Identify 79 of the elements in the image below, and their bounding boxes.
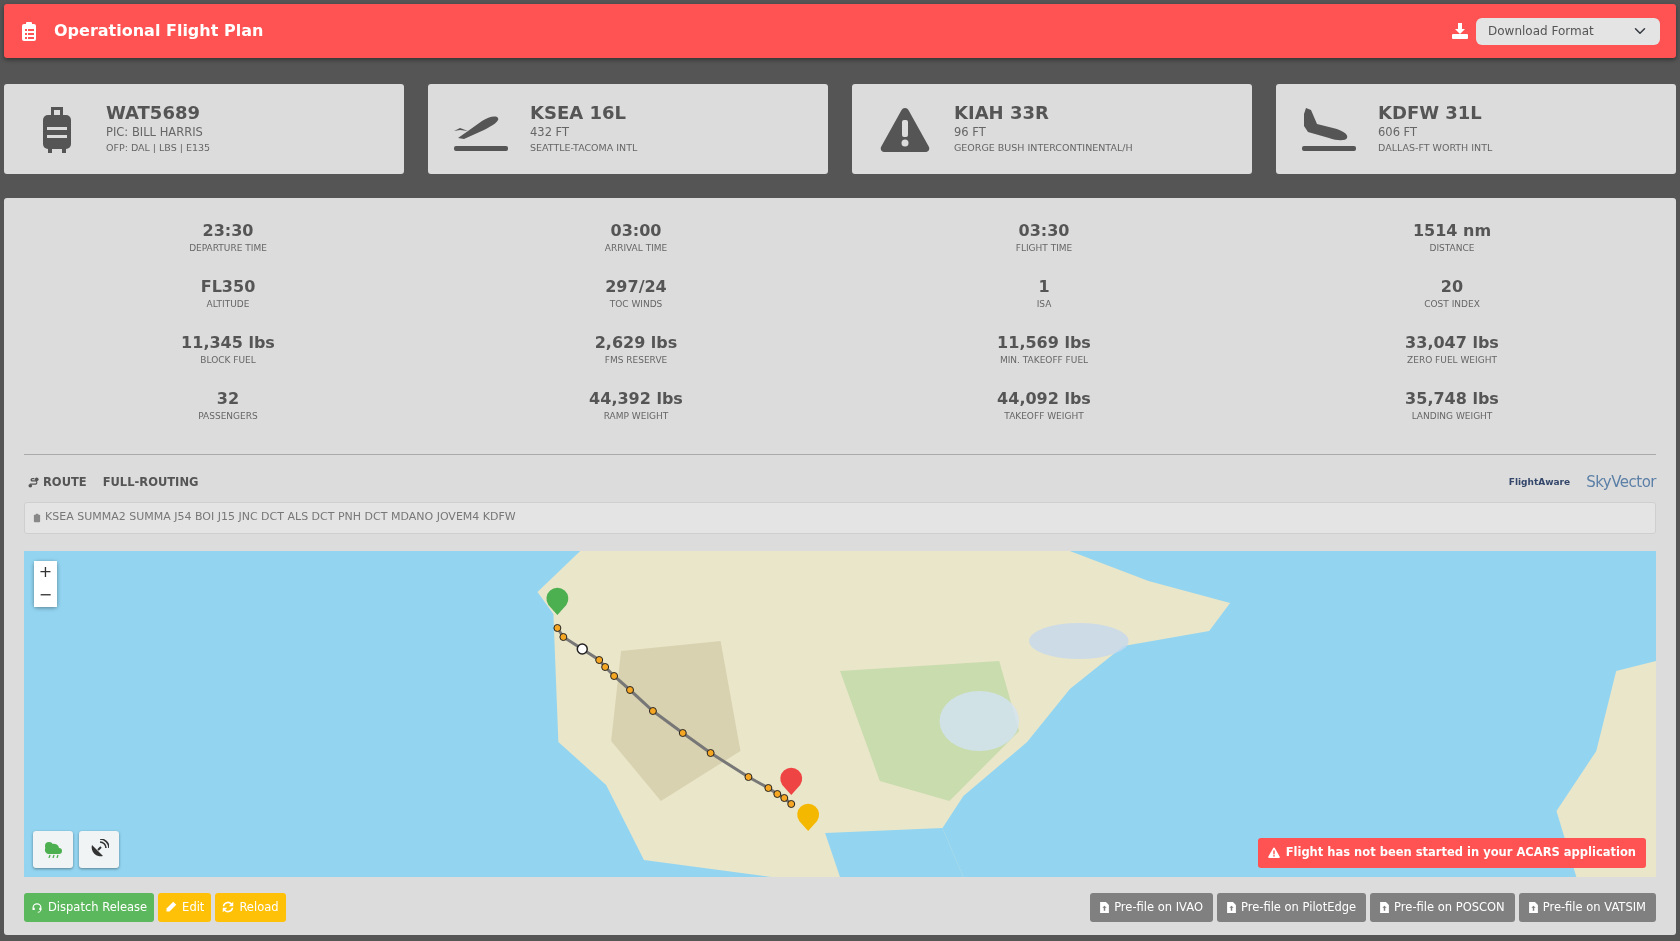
- refresh-icon: [222, 901, 235, 914]
- stat-label: ALTITUDE: [205, 298, 251, 312]
- download-format-select[interactable]: Download Format: [1476, 17, 1660, 45]
- stat-label: MIN. TAKEOFF FUEL: [998, 354, 1090, 368]
- prefile-button[interactable]: Pre-file on IVAO: [1090, 892, 1213, 922]
- warning-icon: [880, 106, 930, 152]
- zoom-button[interactable]: −: [34, 583, 57, 607]
- stat-value: 20: [1439, 277, 1465, 297]
- stat-label: RAMP WEIGHT: [602, 410, 670, 424]
- stat-label: FMS RESERVE: [603, 354, 669, 368]
- satellite-dish-icon: [89, 839, 109, 859]
- stat-value: 03:30: [1017, 221, 1071, 241]
- card-subtitle: 432 FT: [530, 124, 571, 142]
- stat-value: 03:00: [609, 221, 663, 241]
- card-detail: SEATTLE-TACOMA INTL: [530, 141, 638, 156]
- stat-label: TOC WINDS: [608, 298, 664, 312]
- stat-value: 35,748 lbs: [1404, 389, 1500, 409]
- stat-label: FLIGHT TIME: [1014, 242, 1074, 256]
- stat-value: 44,092 lbs: [996, 389, 1092, 409]
- download-icon: [1452, 23, 1468, 39]
- clipboard-icon: [20, 20, 38, 42]
- pencil-icon: [165, 901, 178, 914]
- stat-value: 44,392 lbs: [588, 389, 684, 409]
- stat-value: 23:30: [201, 221, 255, 241]
- stat-value: 1: [1037, 277, 1051, 297]
- card-subtitle: 96 FT: [954, 124, 987, 142]
- prefile-button[interactable]: Pre-file on POSCON: [1370, 892, 1515, 922]
- stat-value: 33,047 lbs: [1404, 333, 1500, 353]
- stat-value: 1514 nm: [1411, 221, 1493, 241]
- stat-label: BLOCK FUEL: [199, 354, 257, 368]
- card-title: KIAH 33R: [954, 102, 1050, 125]
- map-pin-icon[interactable]: [780, 767, 803, 795]
- stat-label: ZERO FUEL WEIGHT: [1406, 354, 1498, 368]
- zoom-button[interactable]: +: [34, 560, 57, 584]
- stat-label: COST INDEX: [1423, 298, 1481, 312]
- route-icon: [28, 476, 39, 488]
- plane-arrival-icon: [1300, 106, 1358, 152]
- satellite-layer-button[interactable]: [79, 830, 119, 868]
- stat-value: 11,569 lbs: [996, 333, 1092, 353]
- stat-value: FL350: [199, 277, 257, 297]
- card-title: WAT5689: [106, 102, 201, 125]
- file-upload-icon: [1100, 901, 1110, 913]
- map-pin-icon[interactable]: [797, 803, 820, 831]
- prefile-button[interactable]: Pre-file on PilotEdge: [1216, 892, 1367, 922]
- dispatch-button[interactable]: Dispatch Release: [24, 892, 155, 922]
- stat-label: PASSENGERS: [197, 410, 259, 424]
- stat-value: 2,629 lbs: [593, 333, 679, 353]
- stat-value: 11,345 lbs: [180, 333, 276, 353]
- weather-layer-button[interactable]: [33, 830, 73, 868]
- route-tab[interactable]: FULL-ROUTING: [102, 473, 199, 491]
- card-detail: OFP: DAL | LBS | E135: [106, 141, 211, 156]
- card-title: KSEA 16L: [530, 102, 627, 125]
- stat-label: DEPARTURE TIME: [188, 242, 268, 256]
- page-title: Operational Flight Plan: [54, 20, 264, 42]
- route-tab[interactable]: ROUTE: [28, 473, 87, 491]
- partner-logo[interactable]: FlightAware: [1508, 475, 1571, 489]
- stat-value: 32: [215, 389, 241, 409]
- alert-text: Flight has not been started in your ACARS application: [1285, 844, 1636, 862]
- card-title: KDFW 31L: [1378, 102, 1483, 125]
- prefile-button[interactable]: Pre-file on VATSIM: [1518, 892, 1656, 922]
- partner-logo[interactable]: SkyVector: [1586, 471, 1656, 494]
- headset-icon: [31, 901, 43, 914]
- file-upload-icon: [1528, 901, 1538, 913]
- card-detail: GEORGE BUSH INTERCONTINENTAL/H: [954, 141, 1133, 156]
- map-pin-icon[interactable]: [546, 587, 569, 615]
- route-string: KSEA SUMMA2 SUMMA J54 BOI J15 JNC DCT ALS DCT PNH DCT MDANO JOVEM4 KDFW: [45, 509, 516, 526]
- stat-label: DISTANCE: [1428, 242, 1476, 256]
- stat-value: 297/24: [604, 277, 668, 297]
- stat-label: LANDING WEIGHT: [1410, 410, 1494, 424]
- warning-icon: [1267, 847, 1280, 859]
- clipboard-icon: [33, 512, 41, 523]
- file-upload-icon: [1226, 901, 1236, 913]
- card-detail: DALLAS-FT WORTH INTL: [1378, 141, 1493, 156]
- file-upload-icon: [1380, 901, 1390, 913]
- card-subtitle: PIC: BILL HARRIS: [106, 124, 204, 142]
- stat-label: TAKEOFF WEIGHT: [1003, 410, 1085, 424]
- card-subtitle: 606 FT: [1378, 124, 1419, 142]
- stat-label: ISA: [1035, 298, 1053, 312]
- stat-label: ARRIVAL TIME: [603, 242, 669, 256]
